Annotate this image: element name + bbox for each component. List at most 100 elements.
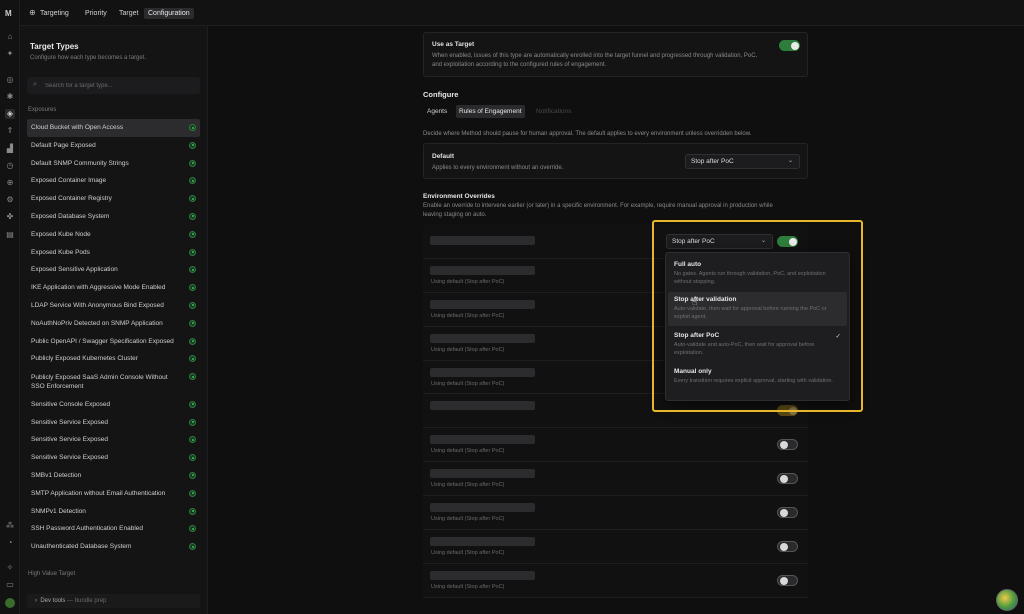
user-avatar-icon[interactable] [5,598,15,608]
default-title: Default [432,153,455,160]
override-toggle[interactable] [777,473,798,485]
environment-name-placeholder [430,469,535,479]
status-dot-icon [189,454,196,462]
list-item[interactable]: LDAP Service With Anonymous Bind Exposed [27,297,200,315]
clock-icon[interactable]: ◷ [5,161,15,171]
default-note: Using default (Stop after PoC) [431,482,505,489]
chart-icon[interactable]: ▟ [5,144,15,154]
status-dot-icon [189,124,196,131]
list-item[interactable]: SSH Password Authentication Enabled [27,520,200,538]
default-text: Applies to every environment without an … [432,165,564,171]
book-icon[interactable]: ▭ [5,580,15,590]
list-item[interactable]: Exposed Kube Pods [27,244,200,262]
list-item[interactable]: Publicly Exposed SaaS Admin Console With… [27,368,200,396]
list-item[interactable]: NoAuthNoPriv Detected on SNMP Applicatio… [27,315,200,333]
list-item[interactable]: Public OpenAPI / Swagger Specification E… [27,333,200,351]
status-dot-icon [189,525,196,533]
search-input[interactable] [45,80,195,91]
spark-icon[interactable]: ✧ [5,563,15,573]
use-as-target-text: When enabled, issues of this type are au… [432,53,758,68]
default-note: Using default (Stop after PoC) [431,448,505,455]
status-dot-icon [189,159,196,167]
environment-name-placeholder [430,299,535,309]
main-content: Use as Target When enabled, issues of th… [208,26,1024,614]
breadcrumb-configuration[interactable]: Configuration [144,8,194,19]
status-dot-icon [189,284,196,292]
list-item[interactable]: SMBv1 Detection [27,467,200,485]
status-dot-icon [189,507,196,515]
list-item[interactable]: Exposed Kube Node [27,226,200,244]
status-dot-icon [189,141,196,149]
section-high-value-target: High Value Target [28,571,76,577]
default-card: Default Applies to every environment wit… [423,143,808,179]
environment-row: Using default (Stop after PoC) [423,496,808,531]
environment-row: Using default (Stop after PoC) [423,428,808,463]
icon-rail: M ⌂ ✦ ◎ ✱ ◈ ⇑ ▟ ◷ ⊕ ⚙ ✤ ▤ ⁂ ◔ ✧ ▭ [0,0,20,614]
grid-icon[interactable]: ⁂ [5,521,15,531]
environment-name-placeholder [430,435,535,445]
list-item[interactable]: SMTP Application without Email Authentic… [27,485,200,503]
top-bar: ⊕ Targeting Priority Target Configuratio… [20,0,1024,26]
document-icon[interactable]: ▤ [5,230,15,240]
default-select[interactable]: Stop after PoC ⌄ [685,154,800,169]
app-logo-icon[interactable]: M [5,9,17,19]
list-item[interactable]: Publicly Exposed Kubernetes Cluster [27,350,200,368]
environment-name-placeholder [430,537,535,547]
list-item[interactable]: IKE Application with Aggressive Mode Ena… [27,279,200,297]
chevron-down-icon: ⌄ [787,158,793,164]
list-item[interactable]: Sensitive Service Exposed [27,414,200,432]
list-item[interactable]: Exposed Sensitive Application [27,261,200,279]
override-toggle[interactable] [777,541,798,553]
list-item[interactable]: Unauthenticated Database System [27,538,200,556]
default-note: Using default (Stop after PoC) [431,380,505,387]
rocket-icon[interactable]: ⇑ [5,126,15,136]
status-dot-icon [189,195,196,203]
highlight-frame [652,220,863,412]
assistant-avatar-icon[interactable] [996,589,1018,611]
navigate-icon[interactable]: ✦ [5,49,15,59]
list-item[interactable]: Default SNMP Community Strings [27,155,200,173]
list-item[interactable]: SNMPv1 Detection [27,503,200,521]
list-item[interactable]: Cloud Bucket with Open Access [27,119,200,137]
list-item[interactable]: Exposed Container Registry [27,190,200,208]
breadcrumb-targeting[interactable]: Targeting [40,8,69,19]
default-note: Using default (Stop after PoC) [431,583,505,590]
override-toggle[interactable] [777,507,798,519]
chevron-right-icon: › [35,598,37,604]
breadcrumb-target[interactable]: Target [119,8,138,19]
list-item[interactable]: Exposed Database System [27,208,200,226]
targeting-icon[interactable]: ◎ [5,75,15,85]
status-dot-icon [189,337,196,345]
list-item[interactable]: Exposed Container Image [27,172,200,190]
list-item[interactable]: Sensitive Service Exposed [27,449,200,467]
override-toggle[interactable] [777,439,798,451]
tab-notifications[interactable]: Notifications [533,105,574,118]
target-types-panel: Target Types Configure how each type bec… [20,26,208,614]
dev-tools-bar[interactable]: › Dev tools — bundle prep [27,594,200,608]
breadcrumb-priority[interactable]: Priority [85,8,107,19]
history-icon[interactable]: ◔ [5,538,15,548]
settings-icon[interactable]: ⚙ [5,195,15,205]
list-item[interactable]: Sensitive Console Exposed [27,396,200,414]
status-dot-icon [189,230,196,238]
status-dot-icon [189,177,196,185]
environment-name-placeholder [430,401,535,411]
tab-rules-of-engagement[interactable]: Rules of Engagement [456,105,525,118]
use-as-target-toggle[interactable] [779,40,800,51]
globe-icon[interactable]: ⊕ [5,178,15,188]
list-item[interactable]: Default Page Exposed [27,137,200,155]
environment-overrides-text: Enable an override to intervene earlier … [423,203,773,218]
tab-agents[interactable]: Agents [424,105,450,118]
override-toggle[interactable] [777,574,798,586]
environment-name-placeholder [430,236,535,245]
environment-row: Using default (Stop after PoC) [423,563,808,598]
status-dot-icon [189,543,196,551]
puzzle-icon[interactable]: ✤ [5,212,15,222]
status-dot-icon [189,418,196,426]
bug-icon[interactable]: ✱ [5,92,15,102]
use-as-target-title: Use as Target [432,41,475,48]
environment-name-placeholder [430,265,535,275]
config-icon[interactable]: ◈ [5,109,15,119]
list-item[interactable]: Sensitive Service Exposed [27,431,200,449]
home-icon[interactable]: ⌂ [5,32,15,42]
